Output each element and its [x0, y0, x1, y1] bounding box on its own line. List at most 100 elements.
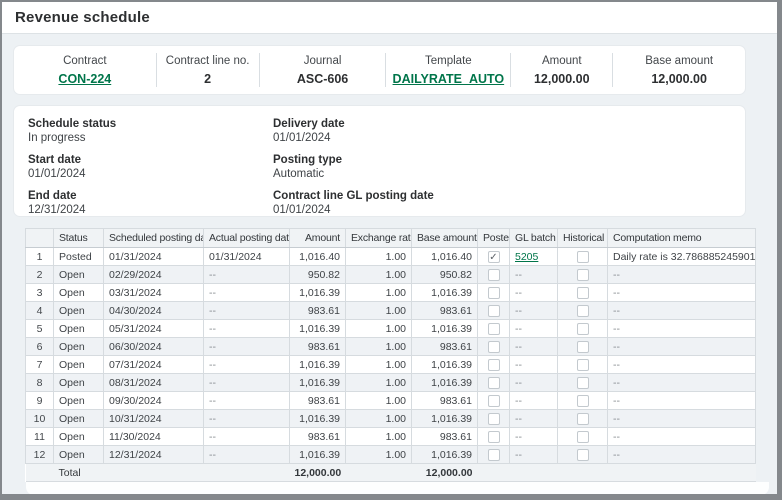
scheduled-posting-date-cell: 06/30/2024 — [104, 338, 204, 356]
end-date-field: End date 12/31/2024 — [28, 189, 273, 217]
historical-cell — [558, 374, 608, 392]
amount-cell: 1,016.39 — [290, 284, 346, 302]
posted-checkbox[interactable] — [488, 413, 500, 425]
computation-memo-cell: Daily rate is 32.78688524590163. — [608, 248, 756, 266]
base-amount-cell: 1,016.40 — [412, 248, 478, 266]
col-header-status: Status — [54, 229, 104, 248]
table-row: 2 Open 02/29/2024 -- 950.82 1.00 950.82 … — [26, 266, 756, 284]
exchange-rate-cell: 1.00 — [346, 374, 412, 392]
table-row: 10 Open 10/31/2024 -- 1,016.39 1.00 1,01… — [26, 410, 756, 428]
historical-cell — [558, 356, 608, 374]
schedule-status-value: In progress — [28, 131, 273, 145]
exchange-rate-cell: 1.00 — [346, 302, 412, 320]
contract-line-label: Contract line no. — [166, 55, 250, 67]
table-row: 11 Open 11/30/2024 -- 983.61 1.00 983.61… — [26, 428, 756, 446]
posted-cell — [478, 428, 510, 446]
posted-checkbox[interactable] — [488, 377, 500, 389]
base-amount-label: Base amount — [645, 55, 713, 67]
actual-posting-date-cell: -- — [204, 302, 290, 320]
historical-checkbox[interactable] — [577, 341, 589, 353]
posted-checkbox[interactable] — [488, 269, 500, 281]
base-amount-cell: 1,016.39 — [412, 410, 478, 428]
amount-cell: 1,016.39 — [290, 446, 346, 464]
historical-cell — [558, 284, 608, 302]
exchange-rate-cell: 1.00 — [346, 446, 412, 464]
posted-checkbox[interactable] — [488, 323, 500, 335]
template-link[interactable]: DAILYRATE_AUTO — [393, 72, 505, 86]
historical-checkbox[interactable] — [577, 251, 589, 263]
delivery-date-field: Delivery date 01/01/2024 — [273, 117, 731, 145]
historical-checkbox[interactable] — [577, 269, 589, 281]
posted-checkbox[interactable]: ✓ — [488, 251, 500, 263]
posted-checkbox[interactable] — [488, 449, 500, 461]
actual-posting-date-cell: -- — [204, 374, 290, 392]
historical-checkbox[interactable] — [577, 287, 589, 299]
amount-cell: 983.61 — [290, 392, 346, 410]
gl-batch-cell: 5205 — [510, 248, 558, 266]
historical-checkbox[interactable] — [577, 431, 589, 443]
historical-cell — [558, 410, 608, 428]
posted-cell — [478, 374, 510, 392]
status-cell: Open — [54, 338, 104, 356]
posted-checkbox[interactable] — [488, 305, 500, 317]
start-date-field: Start date 01/01/2024 — [28, 153, 273, 181]
row-number: 1 — [26, 248, 54, 266]
schedule-status-field: Schedule status In progress — [28, 117, 273, 145]
historical-cell — [558, 428, 608, 446]
historical-cell — [558, 302, 608, 320]
amount-label: Amount — [542, 55, 582, 67]
historical-checkbox[interactable] — [577, 395, 589, 407]
computation-memo-cell: -- — [608, 374, 756, 392]
base-amount-cell: 983.61 — [412, 302, 478, 320]
historical-checkbox[interactable] — [577, 305, 589, 317]
col-header-actual-posting-date: Actual posting date — [204, 229, 290, 248]
base-amount-cell: 983.61 — [412, 392, 478, 410]
amount-cell: 1,016.39 — [290, 356, 346, 374]
exchange-rate-cell: 1.00 — [346, 320, 412, 338]
details-right-column: Delivery date 01/01/2024 Posting type Au… — [273, 117, 731, 225]
posted-cell — [478, 356, 510, 374]
scheduled-posting-date-cell: 04/30/2024 — [104, 302, 204, 320]
status-cell: Open — [54, 374, 104, 392]
posted-cell — [478, 392, 510, 410]
historical-checkbox[interactable] — [577, 323, 589, 335]
actual-posting-date-cell: -- — [204, 356, 290, 374]
historical-cell — [558, 266, 608, 284]
posted-checkbox[interactable] — [488, 431, 500, 443]
contract-link[interactable]: CON-224 — [58, 72, 111, 86]
gl-batch-cell: -- — [510, 392, 558, 410]
base-amount-cell: 1,016.39 — [412, 284, 478, 302]
historical-checkbox[interactable] — [577, 377, 589, 389]
posted-checkbox[interactable] — [488, 287, 500, 299]
status-cell: Open — [54, 320, 104, 338]
base-amount-cell: 983.61 — [412, 428, 478, 446]
base-amount-cell: 983.61 — [412, 338, 478, 356]
posted-checkbox[interactable] — [488, 395, 500, 407]
posted-cell — [478, 266, 510, 284]
gl-batch-link[interactable]: 5205 — [515, 251, 538, 263]
amount-cell: 983.61 — [290, 428, 346, 446]
summary-field-journal: Journal ASC-606 — [260, 46, 386, 94]
start-date-value: 01/01/2024 — [28, 167, 273, 181]
historical-checkbox[interactable] — [577, 449, 589, 461]
amount-value: 12,000.00 — [534, 72, 590, 86]
computation-memo-cell: -- — [608, 302, 756, 320]
col-header-rownum — [26, 229, 54, 248]
posted-checkbox[interactable] — [488, 359, 500, 371]
total-row: Total 12,000.00 12,000.00 — [26, 464, 756, 482]
total-amount: 12,000.00 — [290, 464, 346, 482]
historical-checkbox[interactable] — [577, 359, 589, 371]
total-empty-cell — [26, 464, 54, 482]
col-header-posted: Posted — [478, 229, 510, 248]
historical-cell — [558, 248, 608, 266]
posted-checkbox[interactable] — [488, 341, 500, 353]
historical-checkbox[interactable] — [577, 413, 589, 425]
delivery-date-label: Delivery date — [273, 117, 731, 131]
table-row: 4 Open 04/30/2024 -- 983.61 1.00 983.61 … — [26, 302, 756, 320]
table-row: 1 Posted 01/31/2024 01/31/2024 1,016.40 … — [26, 248, 756, 266]
grid-footer-strip — [26, 482, 769, 495]
base-amount-cell: 1,016.39 — [412, 356, 478, 374]
status-cell: Open — [54, 356, 104, 374]
amount-cell: 950.82 — [290, 266, 346, 284]
gl-batch-cell: -- — [510, 320, 558, 338]
